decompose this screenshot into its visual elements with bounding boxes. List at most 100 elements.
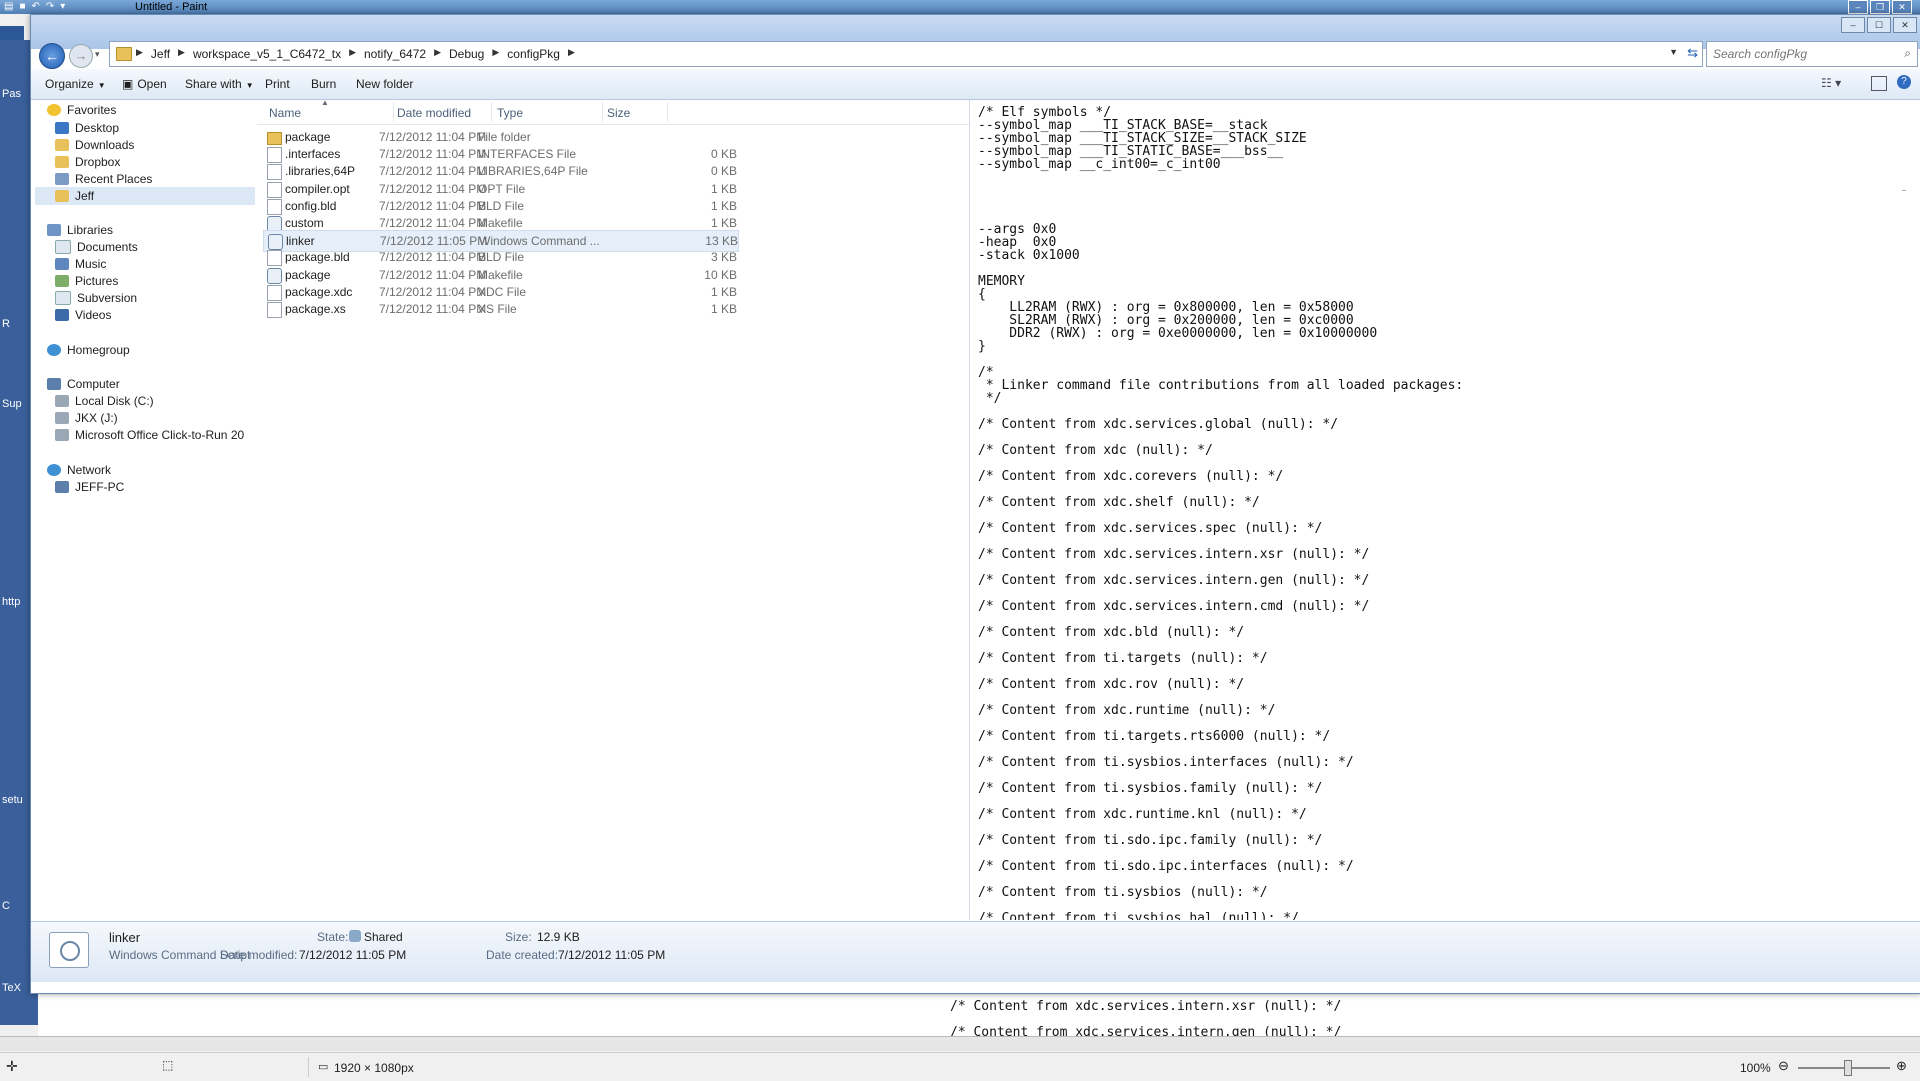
nav-item-dropbox[interactable]: Dropbox [55,153,120,171]
nav-item-jkx[interactable]: JKX (J:) [55,409,118,427]
search-icon[interactable]: ⌕ [1904,46,1911,61]
chevron-right-icon[interactable]: ▶ [568,47,575,61]
network-icon [47,464,61,476]
search-input[interactable] [1711,45,1895,63]
column-header-size[interactable]: Size [607,106,630,120]
file-name: .libraries,64P [285,164,356,179]
file-name: package.bld [285,250,350,265]
qat-dropdown-icon[interactable]: ▾ [60,1,65,13]
restore-icon[interactable]: ❐ [1870,0,1890,14]
file-icon [267,302,282,318]
change-view-icon[interactable]: ☷ ▾ [1821,76,1841,90]
chevron-right-icon[interactable]: ▶ [136,47,143,61]
zoom-in-icon[interactable]: ⊕ [1896,1058,1907,1074]
file-type: BLD File [478,198,525,213]
breadcrumb-item[interactable]: notify_6472 [364,47,426,61]
column-divider[interactable] [393,102,394,122]
paint-window-title: Untitled - Paint [135,1,208,13]
file-size: 13 KB [705,234,738,249]
nav-item-desktop[interactable]: Desktop [55,119,119,137]
file-list: ▲ Name Date modified Type Size package 7/… [257,98,969,920]
minimize-icon[interactable]: – [1841,17,1865,33]
sort-ascending-icon: ▲ [321,98,329,107]
file-size: 3 KB [710,250,737,265]
disk-drive-icon [55,412,69,424]
zoom-slider-thumb[interactable] [1844,1060,1852,1076]
nav-computer[interactable]: Computer [47,375,120,393]
documents-icon [55,240,71,254]
burn-button[interactable]: Burn [311,77,336,91]
nav-item-downloads[interactable]: Downloads [55,136,134,154]
chevron-right-icon[interactable]: ▶ [492,47,499,61]
column-header-name[interactable]: Name [269,106,301,120]
file-type: INTERFACES File [478,147,577,162]
forward-button[interactable]: → [69,44,93,68]
preview-pane: /* Elf symbols */ --symbol_map ___TI_STA… [969,100,1920,920]
nav-item-local-disk[interactable]: Local Disk (C:) [55,392,154,410]
chevron-right-icon[interactable]: ▶ [349,47,356,61]
refresh-icon[interactable]: ⇆ [1687,45,1698,61]
back-button[interactable]: ← [39,43,65,69]
new-folder-button[interactable]: New folder [356,77,413,91]
paste-label[interactable]: Pas [2,88,21,100]
selection-size-icon: ⬚ [162,1058,174,1072]
print-button[interactable]: Print [265,77,290,91]
recent-pages-dropdown-icon[interactable]: ▾ [95,49,100,60]
downloads-icon [55,139,69,151]
column-divider[interactable] [602,102,603,122]
preview-pane-toggle-icon[interactable] [1871,76,1887,91]
nav-item-recent-places[interactable]: Recent Places [55,170,152,188]
nav-item-office[interactable]: Microsoft Office Click-to-Run 20 [55,426,244,444]
address-bar[interactable]: ▶ Jeff ▶ workspace_v5_1_C6472_tx ▶ notif… [109,41,1703,67]
help-icon[interactable]: ? [1897,75,1911,89]
subversion-icon [55,291,71,305]
breadcrumb-item[interactable]: workspace_v5_1_C6472_tx [193,47,341,61]
save-icon[interactable]: ■ [19,1,25,13]
breadcrumb-item[interactable]: Jeff [151,47,170,61]
zoom-out-icon[interactable]: ⊖ [1778,1058,1789,1074]
chevron-down-icon: ▼ [245,81,254,90]
nav-item-music[interactable]: Music [55,255,106,273]
column-headers: ▲ Name Date modified Type Size [257,98,969,125]
recent-places-icon [55,173,69,185]
chevron-right-icon[interactable]: ▶ [178,47,185,61]
breadcrumb-item[interactable]: configPkg [507,47,560,61]
breadcrumb-item[interactable]: Debug [449,47,484,61]
paint-menu-icon[interactable]: ▤ [4,1,13,13]
details-state-value: Shared [349,930,403,944]
column-header-date[interactable]: Date modified [397,106,471,120]
organize-button[interactable]: Organize ▼ [45,77,106,91]
share-with-button[interactable]: Share with ▼ [185,77,254,91]
chevron-down-icon: ▼ [97,81,106,90]
paint-file-tab[interactable] [0,26,24,40]
paint-horizontal-scrollbar[interactable] [0,1036,1920,1051]
file-row[interactable]: package.xs 7/12/2012 11:04 PM XS File 1 KB [263,299,737,319]
chevron-right-icon[interactable]: ▶ [434,47,441,61]
nav-item-jeff[interactable]: Jeff [35,187,255,205]
nav-item-pictures[interactable]: Pictures [55,272,118,290]
open-button[interactable]: ▣ Open [122,77,167,91]
nav-favorites[interactable]: Favorites [47,101,116,119]
file-date-modified: 7/12/2012 11:04 PM [379,302,487,316]
undo-icon[interactable]: ↶ [32,1,40,13]
redo-icon[interactable]: ↷ [46,1,54,13]
nav-homegroup[interactable]: Homegroup [47,341,130,359]
minimize-icon[interactable]: – [1848,0,1868,14]
file-type: OPT File [478,181,526,196]
maximize-icon[interactable]: ☐ [1867,17,1891,33]
file-date-modified: 7/12/2012 11:05 PM [380,234,488,249]
close-icon[interactable]: ✕ [1893,17,1917,33]
nav-libraries[interactable]: Libraries [47,221,113,239]
nav-item-videos[interactable]: Videos [55,306,111,324]
close-icon[interactable]: ✕ [1892,0,1912,14]
nav-item-jeff-pc[interactable]: JEFF-PC [55,478,124,496]
column-header-type[interactable]: Type [497,106,523,120]
nav-item-documents[interactable]: Documents [55,238,138,256]
column-divider[interactable] [491,102,492,122]
nav-network[interactable]: Network [47,461,111,479]
column-divider[interactable] [667,102,668,122]
search-box[interactable]: ⌕ [1706,41,1918,67]
file-date-modified: 7/12/2012 11:04 PM [379,216,487,230]
nav-item-subversion[interactable]: Subversion [55,289,137,307]
address-dropdown-icon[interactable]: ▼ [1669,47,1678,57]
